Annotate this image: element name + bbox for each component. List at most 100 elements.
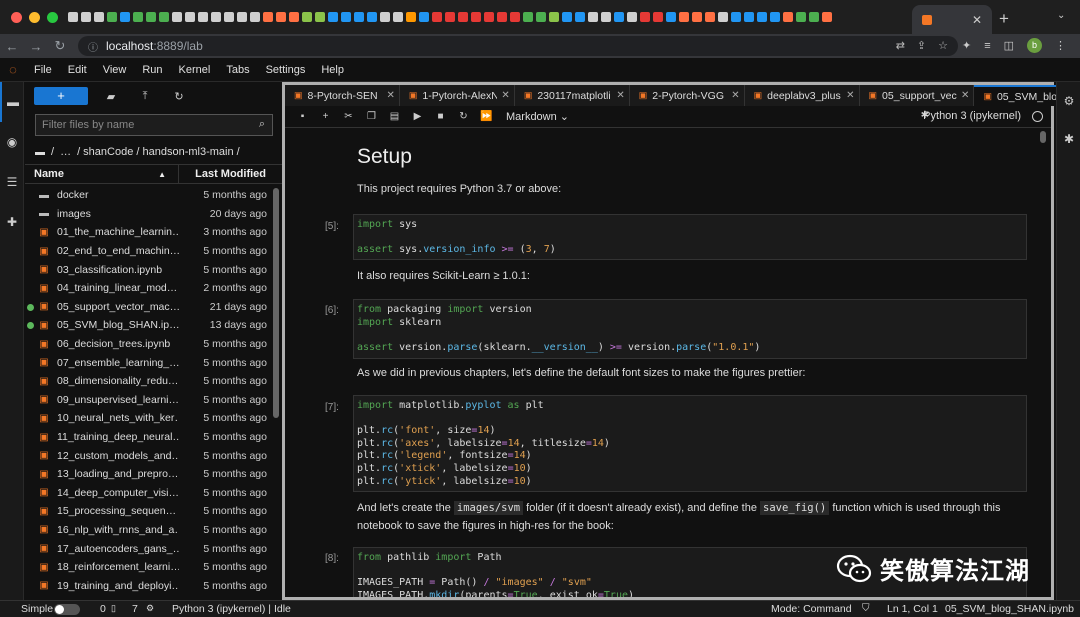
copy-icon[interactable]: ❐ (360, 111, 383, 122)
pinned-tab-favicon-icon[interactable] (354, 12, 364, 22)
side-panel-icon[interactable]: ◫ (1004, 39, 1014, 52)
file-list-item[interactable]: ▣ 08_dimensionality_redu… 5 months ago (25, 372, 270, 391)
pinned-tab-favicon-icon[interactable] (419, 12, 429, 22)
pinned-tab-favicon-icon[interactable] (185, 12, 195, 22)
kernel-status[interactable]: Python 3 (ipykernel) | Idle (172, 603, 291, 615)
paste-icon[interactable]: ▤ (383, 111, 406, 122)
file-list-item[interactable]: ▣ 02_end_to_end_machin… 5 months ago (25, 242, 270, 261)
document-tab[interactable]: ▣ 05_support_vec ✕ (859, 85, 975, 106)
menu-tabs[interactable]: Tabs (218, 64, 257, 76)
menu-settings[interactable]: Settings (258, 64, 314, 76)
extensions-puzzle-icon[interactable]: ✦ (962, 39, 971, 52)
file-list-item[interactable]: ▣ 15_processing_sequen… 5 months ago (25, 502, 270, 521)
pinned-tab-favicon-icon[interactable] (562, 12, 572, 22)
pinned-tab-favicon-icon[interactable] (523, 12, 533, 22)
code-cell[interactable]: import matplotlib.pyplot as plt plt.rc('… (353, 395, 1027, 492)
back-icon[interactable]: ← (0, 39, 24, 54)
pinned-tab-favicon-icon[interactable] (172, 12, 182, 22)
restart-run-all-icon[interactable]: ⏩ (475, 111, 498, 122)
new-tab-button[interactable]: + (999, 9, 1009, 29)
pinned-tab-favicon-icon[interactable] (601, 12, 611, 22)
tab-search-icon[interactable]: ⌄ (1057, 10, 1065, 21)
document-tab[interactable]: ▣ 1-Pytorch-AlexN ✕ (399, 85, 515, 106)
menu-edit[interactable]: Edit (60, 64, 95, 76)
file-list-item[interactable]: ▣ 10_neural_nets_with_ker… 5 months ago (25, 409, 270, 428)
extensions-icon[interactable]: ✚ (0, 202, 24, 242)
minimize-window-button[interactable] (29, 11, 40, 23)
menu-view[interactable]: View (95, 64, 135, 76)
pinned-tab-favicon-icon[interactable] (796, 12, 806, 22)
file-list-item[interactable]: ▣ 17_autoencoders_gans_… 5 months ago (25, 539, 270, 558)
translate-icon[interactable]: ⇄ (896, 39, 905, 52)
file-list-scrollbar[interactable] (272, 186, 280, 600)
file-list-item[interactable]: ▣ 05_support_vector_mac… 21 days ago (25, 298, 270, 317)
kernels-count[interactable]: 7 (132, 603, 138, 615)
file-browser-folder-icon[interactable]: ▬ (0, 82, 24, 122)
pinned-tab-favicon-icon[interactable] (406, 12, 416, 22)
file-list-item[interactable]: ▣ 07_ensemble_learning_… 5 months ago (25, 353, 270, 372)
pinned-tab-favicon-icon[interactable] (250, 12, 260, 22)
reading-list-icon[interactable]: ≡ (984, 40, 990, 52)
file-list-item[interactable]: ▣ 16_nlp_with_rnns_and_a… 5 months ago (25, 521, 270, 540)
browser-tab-active[interactable]: ✕ (912, 5, 992, 34)
pinned-tab-favicon-icon[interactable] (133, 12, 143, 22)
code-cell[interactable]: import sys assert sys.version_info >= (3… (353, 214, 1027, 260)
document-tab[interactable]: ▣ 8-Pytorch-SEN ✕ (285, 85, 400, 106)
file-list-item[interactable]: ▣ 03_classification.ipynb 5 months ago (25, 260, 270, 279)
forward-icon[interactable]: → (24, 39, 48, 54)
pinned-tab-favicon-icon[interactable] (367, 12, 377, 22)
pinned-tab-favicon-icon[interactable] (744, 12, 754, 22)
pinned-tab-favicon-icon[interactable] (94, 12, 104, 22)
pinned-tab-favicon-icon[interactable] (107, 12, 117, 22)
pinned-tab-favicon-icon[interactable] (445, 12, 455, 22)
pinned-tab-favicon-icon[interactable] (276, 12, 286, 22)
close-tab-icon[interactable]: ✕ (616, 90, 624, 101)
pinned-tab-favicon-icon[interactable] (536, 12, 546, 22)
kernel-name[interactable]: Python 3 (ipykernel) (923, 110, 1021, 122)
pinned-tab-favicon-icon[interactable] (198, 12, 208, 22)
pinned-tab-favicon-icon[interactable] (159, 12, 169, 22)
pinned-tab-favicon-icon[interactable] (224, 12, 234, 22)
pinned-tab-favicon-icon[interactable] (68, 12, 78, 22)
pinned-tab-favicon-icon[interactable] (731, 12, 741, 22)
pinned-tab-favicon-icon[interactable] (575, 12, 585, 22)
reload-icon[interactable]: ↻ (48, 38, 72, 54)
pinned-tab-favicon-icon[interactable] (549, 12, 559, 22)
pinned-tab-favicon-icon[interactable] (432, 12, 442, 22)
file-list-item[interactable]: ▣ 14_deep_computer_visi… 5 months ago (25, 484, 270, 503)
pinned-tab-favicon-icon[interactable] (328, 12, 338, 22)
stop-icon[interactable]: ■ (429, 111, 452, 122)
file-list-item[interactable]: ▣ 19_training_and_deployi… 5 months ago (25, 576, 270, 595)
pinned-tab-favicon-icon[interactable] (653, 12, 663, 22)
pinned-tab-favicon-icon[interactable] (120, 12, 130, 22)
pinned-tab-favicon-icon[interactable] (497, 12, 507, 22)
table-of-contents-icon[interactable]: ☰ (0, 162, 24, 202)
pinned-tab-favicon-icon[interactable] (471, 12, 481, 22)
pinned-tab-favicon-icon[interactable] (666, 12, 676, 22)
home-folder-icon[interactable]: ▬ (35, 147, 45, 158)
file-list-item[interactable]: ▬ docker 5 months ago (25, 186, 270, 205)
pinned-tab-favicon-icon[interactable] (627, 12, 637, 22)
filter-files-input[interactable] (42, 119, 242, 131)
pinned-tab-favicon-icon[interactable] (302, 12, 312, 22)
cell-type-select[interactable]: Markdown ⌄ (506, 110, 569, 123)
refresh-icon[interactable]: ↻ (168, 90, 190, 103)
cut-icon[interactable]: ✂ (337, 111, 360, 122)
file-list-item[interactable]: ▣ 11_training_deep_neural… 5 months ago (25, 428, 270, 447)
column-name-header[interactable]: Name ▲ (25, 164, 179, 184)
save-icon[interactable]: ▪ (291, 111, 314, 122)
run-icon[interactable]: ▶ (406, 111, 429, 122)
pinned-tab-favicon-icon[interactable] (341, 12, 351, 22)
pinned-tab-favicon-icon[interactable] (783, 12, 793, 22)
new-folder-icon[interactable]: ▰ (100, 90, 122, 103)
pinned-tab-favicon-icon[interactable] (146, 12, 156, 22)
pinned-tab-favicon-icon[interactable] (588, 12, 598, 22)
menu-file[interactable]: File (26, 64, 60, 76)
file-list-item[interactable]: ▬ images 20 days ago (25, 205, 270, 224)
file-list-item[interactable]: ▣ 05_SVM_blog_SHAN.ip… 13 days ago (25, 316, 270, 335)
trusted-shield-icon[interactable]: ⛉ (862, 603, 870, 614)
cursor-position[interactable]: Ln 1, Col 1 (887, 603, 938, 615)
bookmark-star-icon[interactable]: ☆ (938, 39, 948, 52)
document-tab[interactable]: ▣ 230117matplotli ✕ (514, 85, 630, 106)
file-list-item[interactable]: ▣ 04_training_linear_mod… 2 months ago (25, 279, 270, 298)
